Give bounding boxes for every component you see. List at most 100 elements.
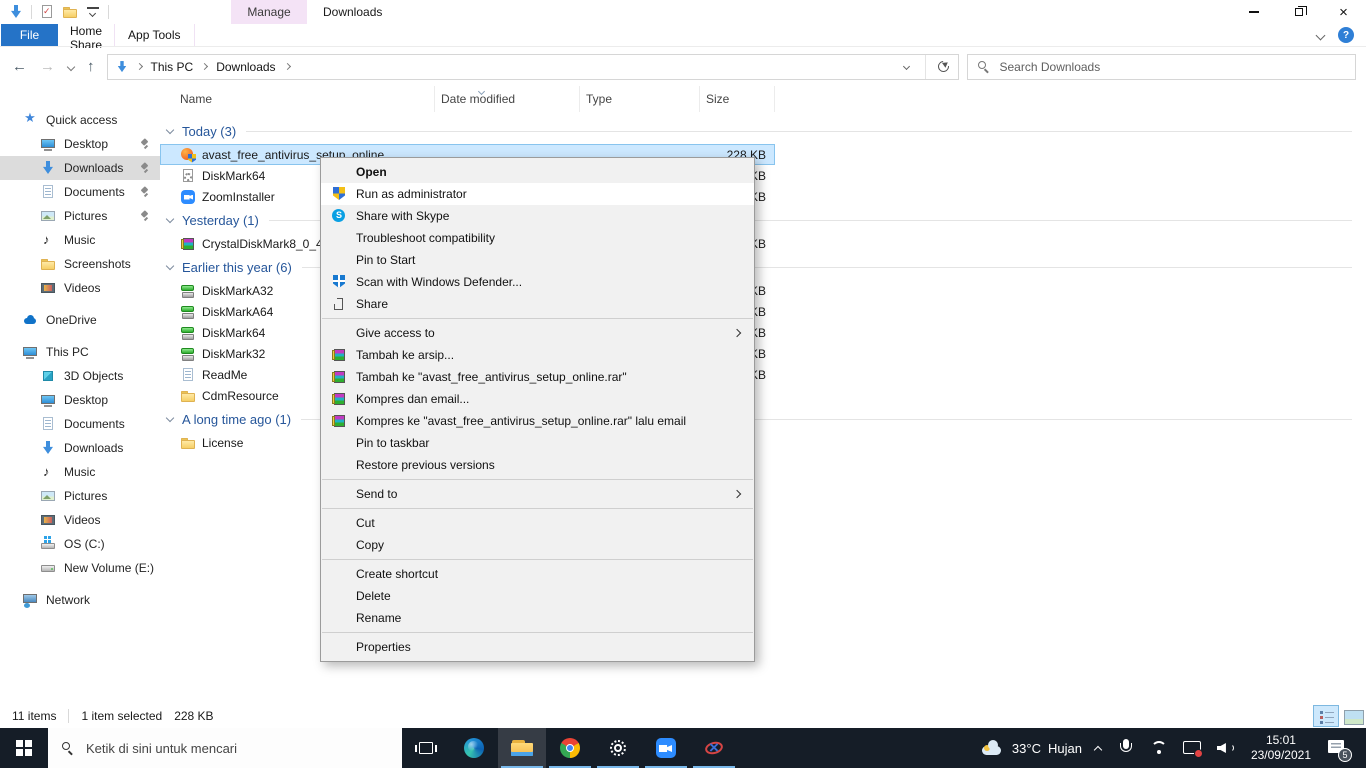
refresh-button[interactable] <box>930 55 958 79</box>
ribbon-collapse-icon[interactable] <box>1315 30 1326 40</box>
context-menu-item[interactable]: Pin to taskbar <box>321 432 754 454</box>
context-menu-item[interactable]: Cut <box>321 512 754 534</box>
recent-locations-icon[interactable] <box>66 62 76 71</box>
sidebar-item[interactable]: Quick access <box>0 108 160 132</box>
context-menu-item[interactable]: Run as administrator <box>321 183 754 205</box>
thumbnail-view-button[interactable] <box>1339 705 1365 727</box>
taskbar-app[interactable] <box>690 728 738 768</box>
screen-record-icon[interactable] <box>1180 736 1204 760</box>
taskbar-search-box[interactable] <box>48 728 402 768</box>
microphone-icon[interactable] <box>1114 736 1138 760</box>
context-menu-item[interactable]: Pin to Start <box>321 249 754 271</box>
taskbar-app-icon <box>655 737 677 759</box>
taskbar-app[interactable] <box>642 728 690 768</box>
restore-button[interactable] <box>1276 0 1321 24</box>
sidebar-item[interactable]: Downloads <box>0 436 160 460</box>
divider <box>108 5 109 19</box>
sidebar-item[interactable]: Downloads <box>0 156 160 180</box>
column-header[interactable]: Size <box>700 86 775 112</box>
context-menu-item[interactable]: Restore previous versions <box>321 454 754 476</box>
customize-toolbar-icon[interactable] <box>85 4 101 20</box>
sidebar-item[interactable]: New Volume (E:) <box>0 556 160 580</box>
group-collapse-icon[interactable] <box>165 214 175 224</box>
context-menu-item[interactable]: Send to <box>321 483 754 505</box>
context-menu-item[interactable]: Troubleshoot compatibility <box>321 227 754 249</box>
sidebar-item[interactable]: Documents <box>0 412 160 436</box>
address-dropdown-button[interactable] <box>893 55 921 79</box>
column-header[interactable]: Date modified <box>435 86 580 112</box>
context-menu-item[interactable]: Tambah ke "avast_free_antivirus_setup_on… <box>321 366 754 388</box>
contextual-tab-group[interactable]: Manage <box>231 0 307 24</box>
context-menu-item[interactable]: Delete <box>321 585 754 607</box>
details-view-button[interactable] <box>1313 704 1339 727</box>
taskbar-app[interactable] <box>498 728 546 768</box>
sidebar-item[interactable]: Pictures <box>0 204 160 228</box>
sidebar-item[interactable]: OneDrive <box>0 308 160 332</box>
column-header[interactable]: Type <box>580 86 700 112</box>
taskbar-app[interactable] <box>450 728 498 768</box>
up-icon[interactable]: ↑ <box>87 58 95 75</box>
context-menu-item[interactable]: Give access to <box>321 322 754 344</box>
volume-icon[interactable] <box>1213 736 1237 760</box>
context-menu-item[interactable]: Kompres dan email... <box>321 388 754 410</box>
sidebar-item[interactable]: Videos <box>0 508 160 532</box>
breadcrumb-chevron-icon[interactable] <box>135 62 143 71</box>
breadcrumb-item[interactable]: Downloads <box>214 60 277 74</box>
properties-icon[interactable] <box>39 4 55 20</box>
context-menu-item[interactable]: Scan with Windows Defender... <box>321 271 754 293</box>
sidebar-item[interactable]: Pictures <box>0 484 160 508</box>
sidebar-item[interactable]: Desktop <box>0 388 160 412</box>
wifi-icon[interactable] <box>1147 736 1171 760</box>
context-menu-item[interactable]: Share <box>321 293 754 315</box>
sidebar-item[interactable]: Music <box>0 228 160 252</box>
taskbar-app[interactable] <box>546 728 594 768</box>
sidebar-item[interactable]: Videos <box>0 276 160 300</box>
context-menu-item[interactable]: Kompres ke "avast_free_antivirus_setup_o… <box>321 410 754 432</box>
group-collapse-icon[interactable] <box>165 125 175 135</box>
taskbar-app[interactable] <box>594 728 642 768</box>
sidebar-item-icon <box>40 368 56 384</box>
group-collapse-icon[interactable] <box>165 413 175 423</box>
address-bar[interactable]: This PC Downloads <box>106 53 959 80</box>
tab-file[interactable]: File <box>1 24 58 46</box>
column-header[interactable]: Name <box>160 86 435 112</box>
context-menu-item[interactable]: Copy <box>321 534 754 556</box>
context-menu-item[interactable]: Share with Skype <box>321 205 754 227</box>
minimize-button[interactable] <box>1231 0 1276 24</box>
ribbon-tab[interactable]: Home <box>58 24 114 38</box>
help-button[interactable]: ? <box>1338 27 1354 43</box>
tab-app-tools[interactable]: App Tools <box>114 24 195 46</box>
taskbar-search-input[interactable] <box>86 740 366 756</box>
sidebar-item[interactable]: Desktop <box>0 132 160 156</box>
weather-widget[interactable]: 33°C Hujan <box>978 736 1082 760</box>
close-button[interactable]: × <box>1321 0 1366 24</box>
sidebar-item-label: Downloads <box>64 441 124 455</box>
hidden-icons-chevron-icon[interactable] <box>1093 745 1103 754</box>
sidebar-item[interactable]: Documents <box>0 180 160 204</box>
sidebar-item[interactable]: Screenshots <box>0 252 160 276</box>
breadcrumb-chevron-icon[interactable] <box>283 62 291 71</box>
action-center-icon[interactable]: 5 <box>1325 736 1352 762</box>
sidebar-item[interactable]: This PC <box>0 340 160 364</box>
breadcrumb-item[interactable]: This PC <box>149 60 196 74</box>
sidebar-item[interactable]: 3D Objects <box>0 364 160 388</box>
context-menu-item[interactable]: Tambah ke arsip... <box>321 344 754 366</box>
sidebar-item[interactable]: Music <box>0 460 160 484</box>
start-button[interactable] <box>0 728 48 768</box>
explorer-search-box[interactable] <box>966 53 1356 80</box>
context-menu-item[interactable]: Rename <box>321 607 754 629</box>
task-view-button[interactable] <box>402 728 450 768</box>
sidebar-item[interactable]: OS (C:) <box>0 532 160 556</box>
context-menu-item[interactable]: Create shortcut <box>321 563 754 585</box>
context-menu-item[interactable]: Open <box>321 161 754 183</box>
taskbar-clock[interactable]: 15:01 23/09/2021 <box>1246 733 1316 763</box>
group-header[interactable]: Today (3) <box>160 118 1352 144</box>
group-collapse-icon[interactable] <box>165 261 175 271</box>
forward-icon[interactable]: → <box>40 58 55 75</box>
sidebar-item[interactable]: Network <box>0 588 160 612</box>
back-icon[interactable]: ← <box>12 58 27 75</box>
breadcrumb-chevron-icon[interactable] <box>201 62 209 71</box>
search-input[interactable] <box>999 59 1355 74</box>
context-menu-item[interactable]: Properties <box>321 636 754 658</box>
new-folder-icon[interactable] <box>62 4 78 20</box>
